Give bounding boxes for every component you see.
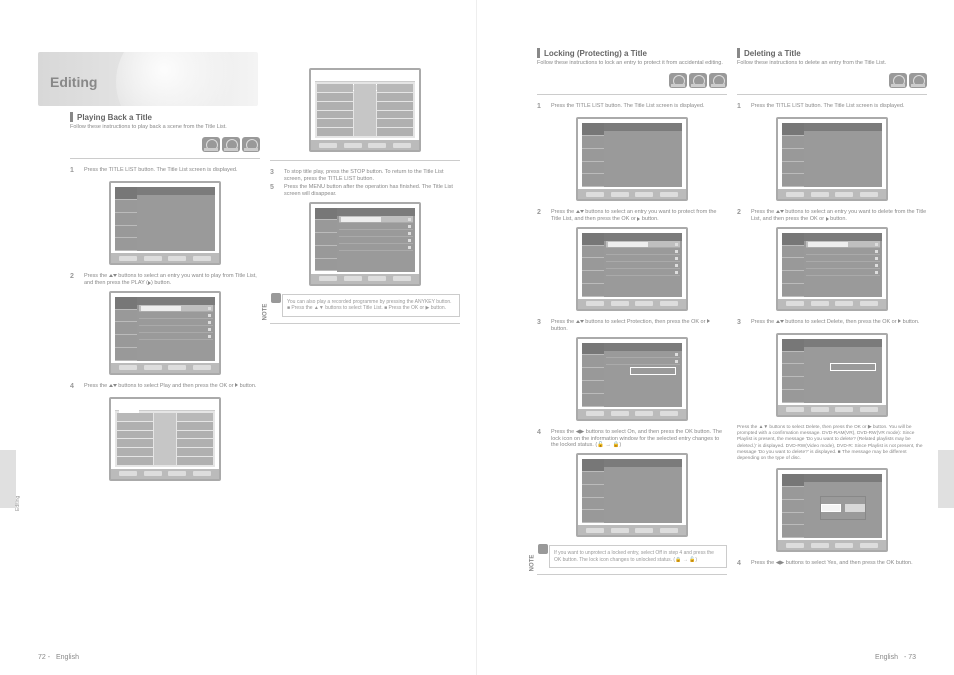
screenshot-cal-2 [309,68,421,152]
note-box-protect: NOTE If you want to unprotect a locked e… [549,545,727,568]
d-step3-cont: Press the ▲▼ buttons to select Delete, t… [737,425,927,462]
section-title-delete: Deleting a Title [737,48,927,58]
step-1-num: 1 [70,167,80,177]
c-step1: Press the TITLE LIST button. The Title L… [551,103,727,113]
delete-desc: Follow these instructions to delete an e… [737,60,927,67]
protect-desc: Follow these instructions to lock an ent… [537,60,727,67]
c-step1-num: 1 [537,103,547,113]
disc-badges-delete [737,73,927,88]
right-icon [235,383,238,387]
page-label-right: English [875,654,898,661]
badge-dvdr [242,137,260,152]
note-label-c: NOTE [529,555,535,572]
screenshot-cal-1 [109,397,221,481]
badge-dvdrw [689,73,707,88]
disc-badges-protect [537,73,727,88]
down-icon [780,210,784,213]
right-icon [898,319,901,323]
confirm-dialog [820,496,866,520]
screenshot-d2 [776,227,888,311]
step-1: Press the TITLE LIST button. The Title L… [84,167,260,177]
divider [70,158,260,159]
highlight-box [830,363,876,371]
section-title-protect: Locking (Protecting) a Title [537,48,727,58]
c-step3: Press the buttons to select Protection, … [551,319,727,333]
badge-dvdram [889,73,907,88]
page-number-left: 72 - [38,654,50,661]
right-icon [826,217,829,221]
screenshot-c1 [576,117,688,201]
step-3: To stop title play, press the STOP butto… [284,169,460,183]
header-banner: Editing [38,52,258,106]
divider [537,574,727,575]
d-step3-num: 3 [737,319,747,329]
page-label-left: English [56,654,79,661]
divider [270,160,460,161]
screenshot-c3 [576,337,688,421]
note-text-c: If you want to unprotect a locked entry,… [554,550,722,563]
side-tab-label: Editing [15,451,21,511]
d-step2-num: 2 [737,209,747,219]
step-3-num: 3 [270,169,280,179]
step-2-num: 2 [70,273,80,283]
badge-dvdrw [222,137,240,152]
down-icon [113,274,117,277]
dialog-no-button[interactable] [845,504,865,512]
note-text: You can also play a recorded programme b… [287,299,455,312]
screenshot-c4 [576,453,688,537]
screenshot-d3 [776,333,888,417]
right-icon [707,319,710,323]
header-title: Editing [50,74,97,90]
screenshot-title-list-3 [309,202,421,286]
badge-dvdram [202,137,220,152]
c-step3-num: 3 [537,319,547,329]
divider [537,94,727,95]
c-step4-num: 4 [537,429,547,439]
c-step2-num: 2 [537,209,547,219]
badge-dvdr [709,73,727,88]
d-step1: Press the TITLE LIST button. The Title L… [751,103,927,113]
badge-dvdrw [909,73,927,88]
screenshot-title-list-1 [109,181,221,265]
d-step4: Press the ◀▶ buttons to select Yes, and … [751,560,927,570]
note-label: NOTE [262,303,268,320]
down-icon [580,210,584,213]
c-step2: Press the buttons to select an entry you… [551,209,727,223]
screenshot-c2 [576,227,688,311]
step-2: Press the buttons to select an entry you… [84,273,260,287]
play-icon [148,281,151,285]
d-step3: Press the buttons to select Delete, then… [751,319,927,329]
down-icon [780,320,784,323]
step-5-num: 5 [270,184,280,194]
step-5: Press the MENU button after the operatio… [284,184,460,198]
screenshot-d4 [776,468,888,552]
screenshot-d1 [776,117,888,201]
c-step4: Press the ◀▶ buttons to select On, and t… [551,429,727,450]
step-4: Press the buttons to select Play and the… [84,383,260,393]
disc-badges [70,137,260,152]
side-tab-left: Editing [0,450,16,508]
highlight-box [630,367,676,375]
section-title-playback: Playing Back a Title [70,112,260,122]
divider [270,323,460,324]
d-step4-num: 4 [737,560,747,570]
d-step2: Press the buttons to select an entry you… [751,209,927,223]
divider [737,94,927,95]
step-4-num: 4 [70,383,80,393]
screenshot-title-list-2 [109,291,221,375]
side-tab-right: Editing [938,450,954,508]
playback-desc: Follow these instructions to play back a… [70,124,260,131]
badge-dvdram [669,73,687,88]
down-icon [580,320,584,323]
page-number-right: - 73 [904,654,916,661]
d-step1-num: 1 [737,103,747,113]
right-icon [637,217,640,221]
down-icon [113,384,117,387]
dialog-yes-button[interactable] [821,504,841,512]
note-box-playback: NOTE You can also play a recorded progra… [282,294,460,317]
